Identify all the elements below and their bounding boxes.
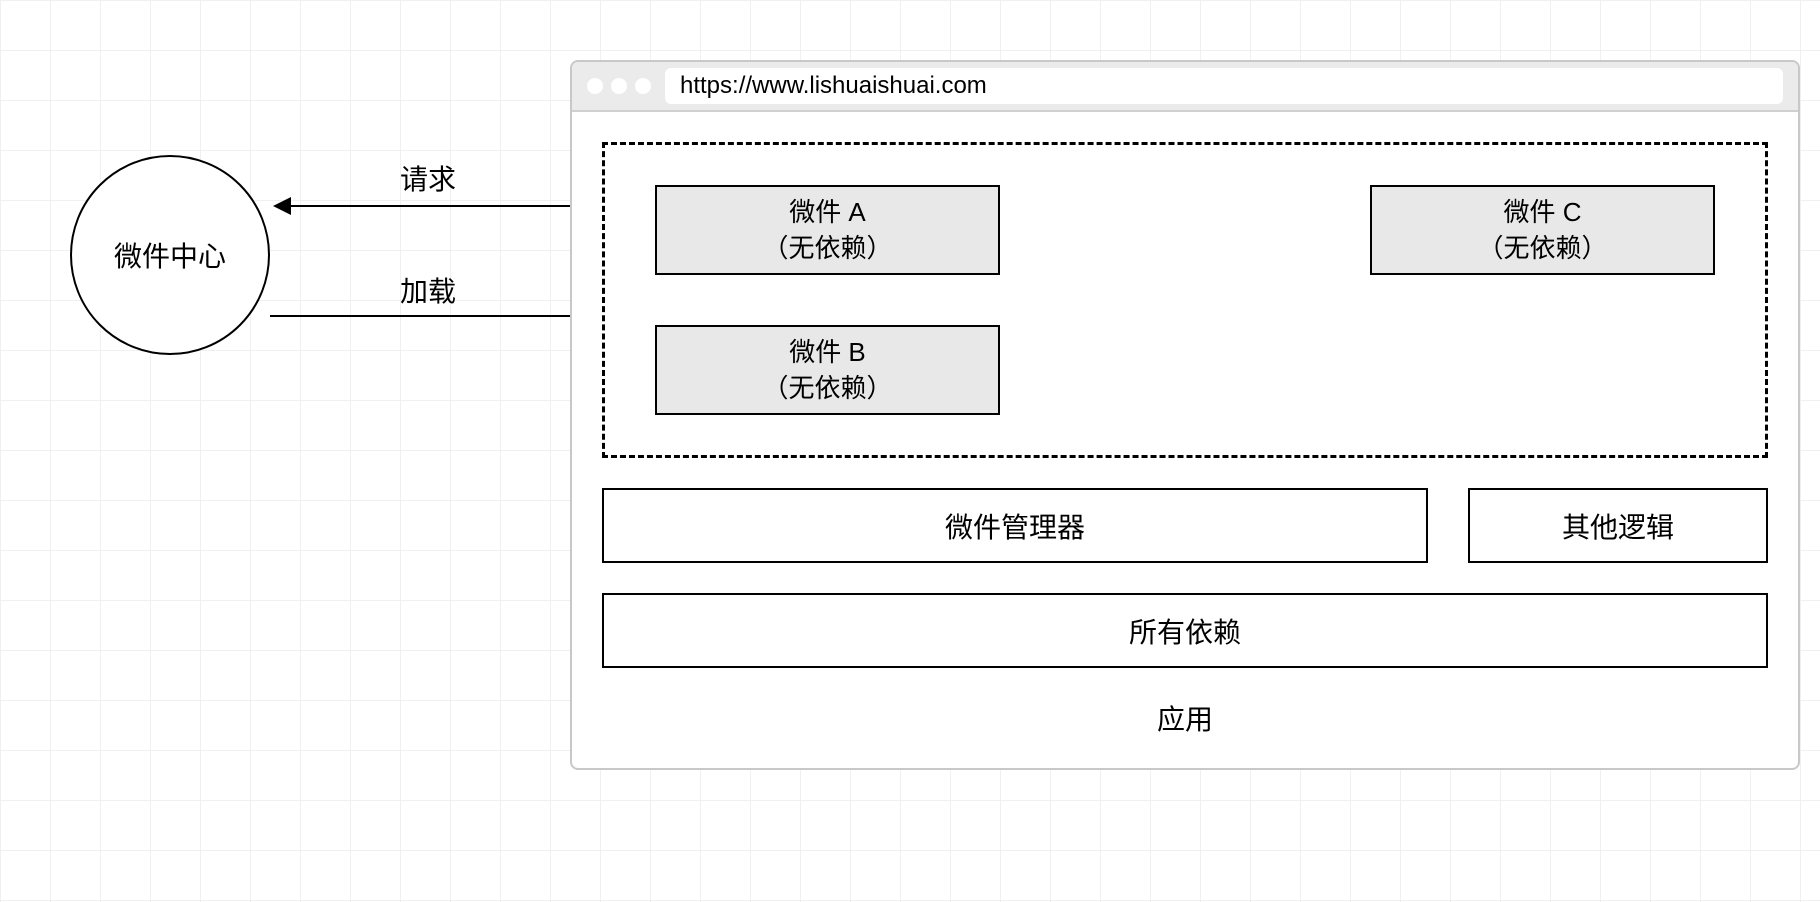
- widget-manager-box: 微件管理器: [602, 488, 1428, 563]
- diagram-canvas: 微件中心 请求 加载 https://www.lishuaishuai.com: [0, 0, 1820, 902]
- other-logic-label: 其他逻辑: [1562, 506, 1674, 546]
- browser-window: https://www.lishuaishuai.com 微件 A （无依赖） …: [570, 60, 1800, 770]
- browser-titlebar: https://www.lishuaishuai.com: [572, 62, 1798, 112]
- widget-c-box: 微件 C （无依赖）: [1370, 185, 1715, 275]
- widgets-left-column: 微件 A （无依赖） 微件 B （无依赖）: [655, 185, 1000, 415]
- widget-c-subtitle: （无依赖）: [1477, 230, 1607, 266]
- arrow-request-label: 请求: [400, 158, 456, 198]
- widgets-right-column: 微件 C （无依赖）: [1370, 185, 1715, 415]
- arrow-load: [270, 315, 600, 317]
- widget-c-title: 微件 C: [1477, 194, 1607, 230]
- browser-address-bar: https://www.lishuaishuai.com: [665, 68, 1783, 104]
- widget-a-title: 微件 A: [762, 194, 892, 230]
- browser-dot-maximize: [635, 78, 651, 94]
- widget-b-title: 微件 B: [762, 334, 892, 370]
- middle-row: 微件管理器 其他逻辑: [602, 488, 1768, 563]
- widget-b-box: 微件 B （无依赖）: [655, 325, 1000, 415]
- browser-dot-close: [587, 78, 603, 94]
- browser-url-text: https://www.lishuaishuai.com: [680, 72, 987, 100]
- arrow-load-label: 加载: [400, 270, 456, 310]
- all-deps-label: 所有依赖: [1129, 611, 1241, 651]
- widget-b-subtitle: （无依赖）: [762, 370, 892, 406]
- other-logic-box: 其他逻辑: [1468, 488, 1768, 563]
- arrow-request: [275, 205, 600, 207]
- widget-a-box: 微件 A （无依赖）: [655, 185, 1000, 275]
- widget-manager-label: 微件管理器: [945, 506, 1085, 546]
- all-deps-box: 所有依赖: [602, 593, 1768, 668]
- widget-center-node: 微件中心: [70, 155, 270, 355]
- app-label: 应用: [602, 698, 1768, 758]
- browser-dot-minimize: [611, 78, 627, 94]
- widget-center-label: 微件中心: [114, 235, 226, 275]
- widgets-container: 微件 A （无依赖） 微件 B （无依赖） 微件 C: [602, 142, 1768, 458]
- widget-a-subtitle: （无依赖）: [762, 230, 892, 266]
- browser-body: 微件 A （无依赖） 微件 B （无依赖） 微件 C: [572, 112, 1798, 768]
- browser-window-controls: [587, 78, 651, 94]
